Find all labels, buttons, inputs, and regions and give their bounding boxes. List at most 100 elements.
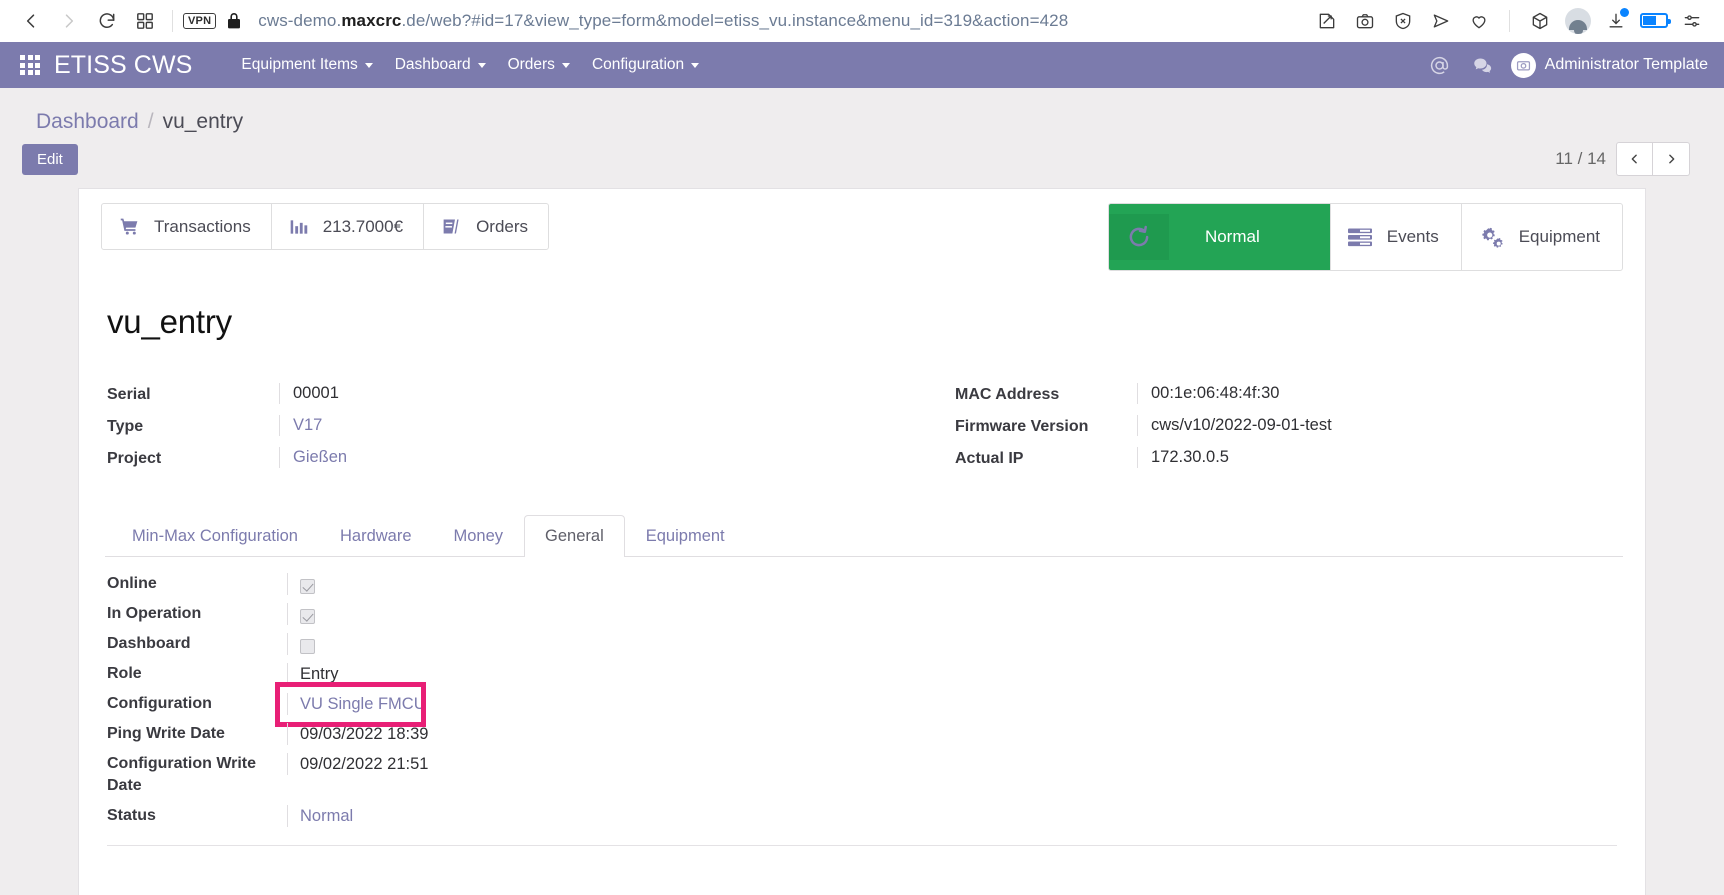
battery-icon[interactable] — [1636, 4, 1672, 38]
browser-nav-buttons — [14, 4, 162, 38]
field-value-status[interactable]: Normal — [287, 805, 1623, 827]
browser-toolbar: VPN cws-demo.maxcrc.de/web?#id=17&view_t… — [0, 0, 1724, 42]
field-value-actual-ip: 172.30.0.5 — [1137, 447, 1583, 468]
tab-general[interactable]: General — [524, 515, 625, 557]
record-field-groups: Serial 00001 Type V17 Project Gießen MAC… — [101, 383, 1623, 479]
forward-arrow-icon[interactable] — [52, 4, 86, 38]
send-icon[interactable] — [1423, 4, 1459, 38]
tab-money[interactable]: Money — [433, 515, 525, 557]
pager-previous-button[interactable] — [1616, 142, 1653, 176]
field-value-firmware-version: cws/v10/2022-09-01-test — [1137, 415, 1583, 436]
chat-bubble-icon[interactable] — [1463, 55, 1503, 76]
form-sheet-background: Transactions 213.7000€ Orders Normal Eve… — [0, 188, 1724, 895]
stat-label: 213.7000€ — [322, 216, 404, 236]
form-sheet: Transactions 213.7000€ Orders Normal Eve… — [78, 188, 1646, 895]
annotate-icon[interactable] — [1309, 4, 1345, 38]
breadcrumb-separator: / — [147, 110, 154, 133]
field-row-role: Role Entry — [107, 663, 1623, 685]
sheet-bottom-divider — [107, 845, 1617, 846]
field-row-firmware-version: Firmware Version cws/v10/2022-09-01-test — [955, 415, 1583, 437]
checkbox-online[interactable] — [300, 578, 315, 594]
pager-next-button[interactable] — [1653, 142, 1690, 176]
bar-chart-icon — [288, 217, 310, 237]
field-label: In Operation — [107, 605, 202, 622]
field-value-dashboard — [287, 633, 1623, 655]
menu-label: Dashboard — [394, 56, 471, 73]
field-value-project[interactable]: Gießen — [279, 447, 825, 468]
breadcrumb-dashboard[interactable]: Dashboard — [36, 110, 139, 134]
field-value-type[interactable]: V17 — [279, 415, 825, 436]
tab-pane-general: Online In Operation Dashboard Role Entry… — [101, 557, 1623, 827]
app-brand-title[interactable]: ETISS CWS — [54, 51, 192, 80]
action-row: Edit 11 / 14 — [0, 134, 1724, 188]
field-row-ping-write-date: Ping Write Date 09/03/2022 18:39 — [107, 723, 1623, 745]
edit-button[interactable]: Edit — [22, 143, 78, 175]
control-panel: Dashboard / vu_entry Edit 11 / 14 — [0, 88, 1724, 188]
field-row-project: Project Gießen — [107, 447, 825, 469]
status-button-equipment[interactable]: Equipment — [1462, 204, 1622, 270]
stat-button-group: Transactions 213.7000€ Orders — [101, 203, 550, 250]
field-label: Status — [107, 807, 156, 824]
shopping-cart-icon — [118, 216, 141, 237]
settings-sliders-icon[interactable] — [1674, 4, 1710, 38]
user-avatar-icon — [1510, 52, 1536, 78]
toolbar-divider — [172, 9, 173, 32]
shield-x-icon[interactable] — [1385, 4, 1421, 38]
user-menu[interactable]: Administrator Template — [1507, 52, 1710, 78]
stat-button-orders[interactable]: Orders — [424, 204, 548, 249]
menu-dashboard[interactable]: Dashboard — [384, 50, 497, 80]
checkbox-dashboard[interactable] — [300, 638, 315, 654]
heart-icon[interactable] — [1461, 4, 1497, 38]
chevron-down-icon — [364, 62, 373, 68]
field-label: Firmware Version — [955, 418, 1089, 435]
tab-equipment[interactable]: Equipment — [625, 515, 746, 557]
toolbar-divider-2 — [1509, 9, 1510, 32]
field-row-type: Type V17 — [107, 415, 825, 437]
extensions-cube-icon[interactable] — [1522, 4, 1558, 38]
address-bar[interactable]: cws-demo.maxcrc.de/web?#id=17&view_type=… — [258, 11, 1068, 31]
user-name-label: Administrator Template — [1544, 56, 1708, 73]
tab-overview-icon[interactable] — [128, 4, 162, 38]
list-lines-icon — [1347, 227, 1373, 247]
tab-hardware[interactable]: Hardware — [319, 515, 433, 557]
menu-configuration[interactable]: Configuration — [581, 50, 710, 80]
stat-button-row: Transactions 213.7000€ Orders Normal Eve… — [101, 203, 1623, 271]
field-row-dashboard: Dashboard — [107, 633, 1623, 655]
at-mention-icon[interactable] — [1420, 55, 1459, 76]
back-arrow-icon[interactable] — [14, 4, 48, 38]
url-suffix: .de/web?#id=17&view_type=form&model=etis… — [401, 10, 1069, 30]
status-button-events[interactable]: Events — [1331, 204, 1462, 270]
field-value-online — [287, 573, 1623, 595]
menu-equipment-items[interactable]: Equipment Items — [230, 50, 383, 80]
tab-min-max-configuration[interactable]: Min-Max Configuration — [111, 515, 319, 557]
gears-icon — [1478, 226, 1505, 249]
application-navbar: ETISS CWS Equipment Items Dashboard Orde… — [0, 42, 1724, 88]
stat-button-money[interactable]: 213.7000€ — [272, 204, 425, 249]
padlock-icon[interactable] — [226, 12, 242, 30]
form-notebook-tabs: Min-Max Configuration Hardware Money Gen… — [105, 515, 1623, 557]
downloads-icon[interactable] — [1598, 4, 1634, 38]
screenshot-icon[interactable] — [1347, 4, 1383, 38]
profile-avatar-icon[interactable] — [1560, 4, 1596, 38]
field-value-configuration[interactable]: VU Single FMCU — [275, 682, 1623, 727]
field-group-right: MAC Address 00:1e:06:48:4f:30 Firmware V… — [865, 383, 1623, 479]
field-label: Type — [107, 418, 144, 435]
stat-label: Transactions — [154, 216, 251, 236]
field-row-status: Status Normal — [107, 805, 1623, 827]
vpn-badge[interactable]: VPN — [183, 12, 217, 29]
field-value-serial: 00001 — [279, 383, 825, 404]
menu-label: Configuration — [591, 56, 685, 73]
status-button-normal[interactable]: Normal — [1108, 204, 1331, 270]
field-value-role: Entry — [287, 663, 1623, 685]
chevron-down-icon — [561, 62, 570, 68]
menu-orders[interactable]: Orders — [497, 50, 581, 80]
field-row-configuration-write-date: Configuration Write Date 09/02/2022 21:5… — [107, 753, 1623, 797]
field-label: Actual IP — [955, 450, 1024, 467]
field-group-left: Serial 00001 Type V17 Project Gießen — [107, 383, 865, 479]
apps-grid-icon[interactable] — [20, 55, 40, 75]
stat-button-transactions[interactable]: Transactions — [102, 204, 272, 249]
checkbox-in-operation[interactable] — [300, 608, 315, 624]
breadcrumb: Dashboard / vu_entry — [0, 88, 1724, 134]
download-badge-dot — [1620, 7, 1629, 17]
reload-icon[interactable] — [90, 4, 124, 38]
